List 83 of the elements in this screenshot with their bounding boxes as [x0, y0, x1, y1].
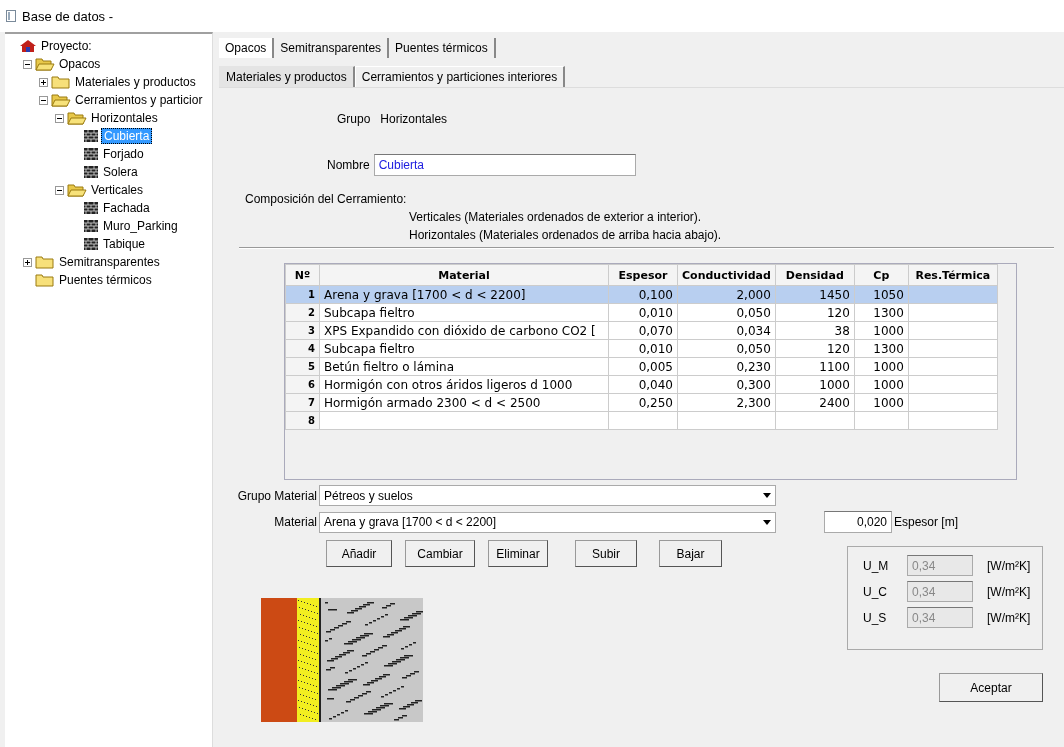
material-group-label: Grupo Material — [236, 488, 317, 503]
open-folder-icon — [67, 111, 87, 125]
composition-note: Verticales (Materiales ordenados de exterior a interior). — [409, 210, 703, 224]
action-button[interactable]: Cambiar — [405, 540, 475, 567]
tree-item[interactable]: Materiales y productos — [73, 75, 198, 89]
u-value-field: 0,34 — [907, 581, 973, 602]
tree-item[interactable]: Semitransparentes — [57, 255, 162, 269]
table-row[interactable]: 5 Betún fieltro o lámina 0,005 0,230 1100 1000 — [285, 357, 998, 376]
u-value-field: 0,34 — [907, 555, 973, 576]
table-row[interactable]: 8 — [285, 411, 998, 430]
action-button[interactable]: Subir — [575, 540, 637, 567]
open-folder-icon — [51, 93, 71, 107]
tree-item[interactable]: Cerramientos y particior — [73, 93, 205, 107]
tree-item[interactable]: Solera — [101, 165, 140, 179]
table-row[interactable]: 2 Subcapa fieltro 0,010 0,050 120 1300 — [285, 303, 998, 322]
tree-item[interactable]: Opacos — [57, 57, 103, 71]
column-header: Cp — [854, 264, 909, 286]
brick-pattern-icon — [83, 237, 99, 251]
column-header: Material — [319, 264, 609, 286]
tree-item[interactable]: Verticales — [89, 183, 146, 197]
expander-icon[interactable] — [21, 257, 33, 267]
column-header: Densidad — [775, 264, 855, 286]
unit-label: [W/m²K] — [987, 584, 1031, 599]
brick-pattern-icon — [83, 129, 99, 143]
column-header: Nº — [285, 264, 320, 286]
thickness-field[interactable]: 0,020 — [824, 511, 892, 533]
composition-title: Composición del Cerramiento: — [245, 192, 408, 206]
window-title: Base de datos - — [22, 8, 114, 24]
expander-icon[interactable] — [53, 185, 65, 195]
tree-item[interactable]: Tabique — [101, 237, 148, 251]
expander-icon[interactable] — [53, 113, 65, 123]
table-row[interactable]: 1 Arena y grava [1700 < d < 2200] 0,100 2,000 1450 1050 — [285, 285, 998, 304]
u-label: U_S — [863, 610, 888, 625]
folder-icon — [35, 255, 55, 269]
caret-icon[interactable] — [763, 519, 771, 525]
column-header: Espesor — [608, 264, 678, 286]
expander-icon[interactable] — [37, 77, 49, 87]
composition-note: Horizontales (Materiales ordenados de arriba hacia abajo). — [409, 228, 723, 242]
tab[interactable]: Opacos — [219, 38, 275, 58]
tree-item[interactable]: Muro_Parking — [101, 219, 180, 233]
material-label: Material — [273, 515, 317, 529]
thickness-label: Espesor [m] — [894, 515, 959, 529]
tab[interactable]: Cerramientos y particiones interiores — [354, 66, 566, 87]
house-icon — [19, 39, 37, 53]
tree-item[interactable]: Horizontales — [89, 111, 160, 125]
u-label: U_M — [863, 558, 890, 573]
table-row[interactable]: 3 XPS Expandido con dióxido de carbono CO2 [ 0,070 0,034 38 1000 — [285, 321, 998, 340]
table-row[interactable]: 7 Hormigón armado 2300 < d < 2500 0,250 2,300 2400 1000 — [285, 393, 998, 412]
brick-pattern-icon — [83, 147, 99, 161]
action-button[interactable]: Eliminar — [488, 540, 548, 567]
material-group-dropdown[interactable]: Pétreos y suelos — [319, 485, 776, 506]
brick-pattern-icon — [83, 219, 99, 233]
tree-item[interactable]: Proyecto: — [39, 39, 94, 53]
brick-pattern-icon — [83, 165, 99, 179]
group-value: Horizontales — [380, 112, 448, 126]
tree-item[interactable]: Puentes térmicos — [57, 273, 154, 287]
name-field[interactable]: Cubierta — [373, 154, 636, 176]
folder-icon — [51, 75, 71, 89]
tab[interactable]: Materiales y productos — [219, 66, 355, 87]
unit-label: [W/m²K] — [987, 610, 1031, 625]
group-label: Grupo — [337, 112, 371, 126]
caret-icon[interactable] — [763, 493, 771, 498]
folder-icon — [35, 273, 55, 287]
u-label: U_C — [863, 584, 888, 599]
unit-label: [W/m²K] — [987, 558, 1031, 573]
tree-item[interactable]: Fachada — [101, 201, 152, 215]
tree-item[interactable]: Forjado — [101, 147, 146, 161]
expander-icon[interactable] — [21, 59, 33, 69]
name-label: Nombre — [327, 158, 370, 172]
expander-icon[interactable] — [37, 95, 49, 105]
table-row[interactable]: 6 Hormigón con otros áridos ligeros d 1000 0,040 0,300 1000 1000 — [285, 375, 998, 394]
open-folder-icon — [35, 57, 55, 71]
table-row[interactable]: 4 Subcapa fieltro 0,010 0,050 120 1300 — [285, 339, 998, 358]
action-button[interactable]: Bajar — [659, 540, 722, 567]
brick-pattern-icon — [83, 201, 99, 215]
material-dropdown[interactable]: Arena y grava [1700 < d < 2200] — [319, 511, 776, 533]
action-button[interactable]: Añadir — [326, 540, 392, 567]
open-folder-icon — [67, 183, 87, 197]
column-header: Res.Térmica — [908, 264, 998, 286]
window-icon — [6, 10, 16, 22]
u-value-field: 0,34 — [907, 607, 973, 628]
column-header: Conductividad — [677, 264, 776, 286]
accept-button[interactable]: Aceptar — [939, 673, 1043, 702]
